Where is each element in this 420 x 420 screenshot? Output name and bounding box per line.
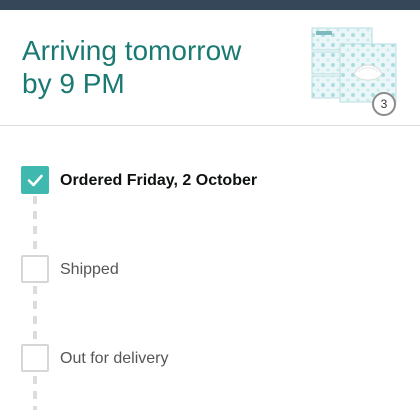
arrival-line-2: by 9 PM [22,68,125,99]
arrival-estimate: Arriving tomorrow by 9 PM [22,34,292,100]
arrival-line-1: Arriving tomorrow [22,35,242,66]
app-top-bar [0,0,420,10]
quantity-badge: 3 [372,92,396,116]
section-divider [0,125,420,126]
checkmark-icon [27,174,43,187]
ordered-checkbox-icon [21,166,49,194]
out-for-delivery-checkbox-icon [21,344,49,372]
progress-track [33,196,37,410]
step-ordered-label: Ordered Friday, 2 October [60,172,258,189]
step-shipped-label: Shipped [60,261,119,278]
shipped-checkbox-icon [21,255,49,283]
step-out-for-delivery-label: Out for delivery [60,350,169,367]
